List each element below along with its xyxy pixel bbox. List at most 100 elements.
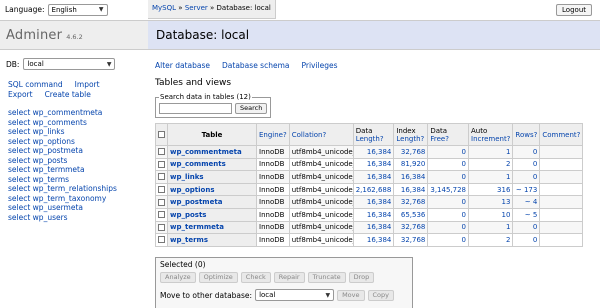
table-name-link[interactable]: wp_postmeta bbox=[170, 198, 222, 206]
row-index-length-link[interactable]: 32,768 bbox=[401, 148, 426, 156]
row-data-length-link[interactable]: 16,384 bbox=[367, 211, 392, 219]
col-collation-label[interactable]: Collation? bbox=[292, 131, 326, 139]
app-logo[interactable]: Adminer 4.6.2 bbox=[0, 20, 148, 50]
row-auto-increment-link[interactable]: 1 bbox=[506, 148, 510, 156]
sidebar-table-link[interactable]: select wp_termmeta bbox=[8, 165, 85, 174]
row-data-free-link[interactable]: 0 bbox=[462, 198, 466, 206]
select-all-checkbox[interactable] bbox=[158, 131, 165, 138]
search-input[interactable] bbox=[159, 103, 232, 114]
row-auto-increment-link[interactable]: 2 bbox=[506, 236, 510, 244]
sidebar-table-link[interactable]: select wp_posts bbox=[8, 156, 67, 165]
row-index-length-link[interactable]: 16,384 bbox=[401, 173, 426, 181]
row-rows-link[interactable]: 0 bbox=[533, 173, 537, 181]
row-data-length-link[interactable]: 2,162,688 bbox=[356, 186, 392, 194]
sidebar-table-link[interactable]: select wp_users bbox=[8, 213, 68, 222]
breadcrumb-mysql[interactable]: MySQL bbox=[152, 4, 176, 12]
sidebar-table-link[interactable]: select wp_options bbox=[8, 137, 75, 146]
col-data-length[interactable]: Data Length? bbox=[352, 123, 395, 146]
search-button[interactable]: Search bbox=[235, 103, 268, 114]
sidebar-table-link[interactable]: select wp_term_taxonomy bbox=[8, 194, 106, 203]
logout-button[interactable]: Logout bbox=[556, 4, 592, 16]
app-name[interactable]: Adminer bbox=[6, 28, 62, 43]
row-checkbox[interactable] bbox=[158, 173, 165, 181]
table-name-link[interactable]: wp_comments bbox=[170, 160, 226, 168]
row-index-length-link[interactable]: 81,920 bbox=[401, 160, 426, 168]
col-comment[interactable]: Comment? bbox=[539, 123, 584, 146]
row-rows-link[interactable]: ~ 173 bbox=[516, 186, 537, 194]
row-auto-increment-link[interactable]: 13 bbox=[501, 198, 510, 206]
row-data-length-link[interactable]: 16,384 bbox=[367, 148, 392, 156]
row-auto-increment-link[interactable]: 1 bbox=[506, 173, 510, 181]
table-name-link[interactable]: wp_terms bbox=[170, 236, 208, 244]
row-auto-increment-link[interactable]: 316 bbox=[497, 186, 510, 194]
sidebar-table-link[interactable]: select wp_postmeta bbox=[8, 146, 83, 155]
table-name-link[interactable]: wp_links bbox=[170, 173, 204, 181]
row-data-free-link[interactable]: 0 bbox=[462, 223, 466, 231]
row-data-free-link[interactable]: 0 bbox=[462, 236, 466, 244]
sidebar-table-link[interactable]: select wp_usermeta bbox=[8, 203, 83, 212]
row-checkbox[interactable] bbox=[158, 236, 165, 244]
col-rows-label[interactable]: Rows? bbox=[515, 131, 537, 139]
col-comment-label[interactable]: Comment? bbox=[542, 131, 580, 139]
col-rows[interactable]: Rows? bbox=[512, 123, 541, 146]
row-rows-link[interactable]: ~ 5 bbox=[525, 211, 538, 219]
col-index-length-label-2[interactable]: Length? bbox=[396, 135, 424, 143]
row-rows-link[interactable]: 0 bbox=[533, 236, 537, 244]
row-auto-increment-link[interactable]: 10 bbox=[501, 211, 510, 219]
copy-button[interactable]: Copy bbox=[367, 289, 395, 301]
sidebar-table-link[interactable]: select wp_comments bbox=[8, 118, 87, 127]
breadcrumb-server[interactable]: Server bbox=[185, 4, 208, 12]
export-link[interactable]: Export bbox=[8, 90, 33, 100]
sidebar-table-link[interactable]: select wp_terms bbox=[8, 175, 69, 184]
col-data-free[interactable]: Data Free? bbox=[427, 123, 469, 146]
col-data-free-label-2[interactable]: Free? bbox=[430, 135, 449, 143]
row-rows-link[interactable]: 0 bbox=[533, 160, 537, 168]
row-data-free-link[interactable]: 0 bbox=[462, 173, 466, 181]
sidebar-table-link[interactable]: select wp_commentmeta bbox=[8, 108, 102, 117]
drop-button[interactable]: Drop bbox=[348, 272, 375, 283]
table-name-link[interactable]: wp_termmeta bbox=[170, 223, 224, 231]
row-checkbox[interactable] bbox=[158, 148, 165, 156]
row-checkbox[interactable] bbox=[158, 186, 165, 194]
row-index-length-link[interactable]: 32,768 bbox=[401, 236, 426, 244]
db-select[interactable]: local ▼ bbox=[23, 58, 116, 70]
row-checkbox[interactable] bbox=[158, 211, 165, 219]
row-data-length-link[interactable]: 16,384 bbox=[367, 223, 392, 231]
col-auto-increment[interactable]: Auto Increment? bbox=[467, 123, 514, 146]
check-button[interactable]: Check bbox=[240, 272, 271, 283]
col-index-length[interactable]: Index Length? bbox=[393, 123, 429, 146]
row-rows-link[interactable]: ~ 4 bbox=[525, 198, 538, 206]
move-db-select[interactable]: local ▼ bbox=[255, 289, 335, 301]
sql-command-link[interactable]: SQL command bbox=[8, 80, 63, 90]
row-auto-increment-link[interactable]: 1 bbox=[506, 223, 510, 231]
import-link[interactable]: Import bbox=[75, 80, 100, 90]
col-table[interactable]: Table bbox=[167, 123, 257, 146]
table-name-link[interactable]: wp_posts bbox=[170, 211, 206, 219]
row-checkbox[interactable] bbox=[158, 198, 165, 206]
row-index-length-link[interactable]: 65,536 bbox=[401, 211, 426, 219]
row-data-length-link[interactable]: 16,384 bbox=[367, 198, 392, 206]
col-auto-increment-label-2[interactable]: Increment? bbox=[471, 135, 510, 143]
row-data-free-link[interactable]: 3,145,728 bbox=[430, 186, 466, 194]
row-rows-link[interactable]: 0 bbox=[533, 148, 537, 156]
privileges-link[interactable]: Privileges bbox=[302, 61, 338, 70]
sidebar-table-link[interactable]: select wp_term_relationships bbox=[8, 184, 117, 193]
col-data-length-label-2[interactable]: Length? bbox=[356, 135, 384, 143]
row-data-free-link[interactable]: 0 bbox=[462, 160, 466, 168]
optimize-button[interactable]: Optimize bbox=[198, 272, 238, 283]
row-index-length-link[interactable]: 32,768 bbox=[401, 223, 426, 231]
row-data-free-link[interactable]: 0 bbox=[462, 211, 466, 219]
row-data-length-link[interactable]: 16,384 bbox=[367, 160, 392, 168]
row-data-free-link[interactable]: 0 bbox=[462, 148, 466, 156]
col-engine[interactable]: Engine? bbox=[256, 123, 290, 146]
row-data-length-link[interactable]: 16,384 bbox=[367, 173, 392, 181]
row-checkbox[interactable] bbox=[158, 160, 165, 168]
col-collation[interactable]: Collation? bbox=[288, 123, 354, 146]
analyze-button[interactable]: Analyze bbox=[160, 272, 196, 283]
truncate-button[interactable]: Truncate bbox=[307, 272, 346, 283]
row-data-length-link[interactable]: 16,384 bbox=[367, 236, 392, 244]
repair-button[interactable]: Repair bbox=[273, 272, 305, 283]
create-table-link[interactable]: Create table bbox=[45, 90, 91, 100]
row-checkbox[interactable] bbox=[158, 223, 165, 231]
row-index-length-link[interactable]: 16,384 bbox=[401, 186, 426, 194]
